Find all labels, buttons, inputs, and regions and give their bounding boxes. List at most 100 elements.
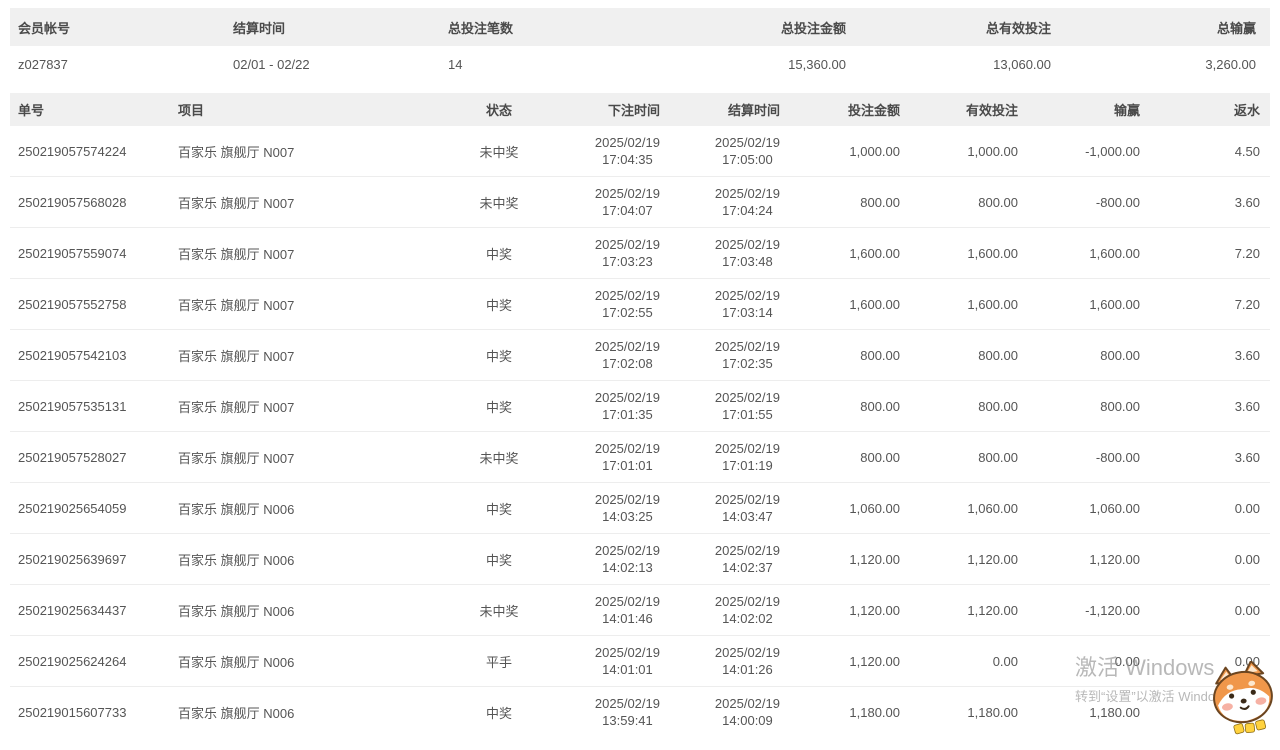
bet-date: 2025/02/19 (595, 287, 660, 304)
cell-winloss: -800.00 (1028, 432, 1150, 483)
table-row: 250219057568028 百家乐 旗舰厅 N007 未中奖 2025/02… (10, 177, 1270, 228)
settle-clock: 17:05:00 (715, 151, 780, 168)
report-page: 会员帐号 结算时间 总投注笔数 总投注金额 总有效投注 总输赢 z027837 … (0, 0, 1280, 737)
settle-clock: 17:01:19 (715, 457, 780, 474)
cell-valid-amount: 1,180.00 (910, 687, 1028, 738)
column-header-bet-amount: 投注金额 (790, 93, 910, 126)
settle-clock: 17:02:35 (715, 355, 780, 372)
bet-date: 2025/02/19 (595, 491, 660, 508)
table-row: 250219025654059 百家乐 旗舰厅 N006 中奖 2025/02/… (10, 483, 1270, 534)
cell-order-no: 250219015607733 (10, 687, 170, 738)
cell-bet-time: 2025/02/1917:02:55 (550, 279, 670, 330)
cell-winloss: 0.00 (1028, 636, 1150, 687)
cell-bet-time: 2025/02/1917:01:01 (550, 432, 670, 483)
summary-value-row: z027837 02/01 - 02/22 14 15,360.00 13,06… (10, 46, 1270, 83)
cell-status: 未中奖 (450, 126, 550, 177)
settle-clock: 14:01:26 (715, 661, 780, 678)
cell-bet-time: 2025/02/1917:03:23 (550, 228, 670, 279)
cell-bet-amount: 1,120.00 (790, 636, 910, 687)
settle-date: 2025/02/19 (715, 440, 780, 457)
table-row: 250219057542103 百家乐 旗舰厅 N007 中奖 2025/02/… (10, 330, 1270, 381)
cell-status: 中奖 (450, 330, 550, 381)
cell-winloss: 800.00 (1028, 330, 1150, 381)
cell-order-no: 250219057535131 (10, 381, 170, 432)
bet-clock: 17:02:55 (595, 304, 660, 321)
cell-bet-amount: 1,120.00 (790, 534, 910, 585)
cell-status: 中奖 (450, 381, 550, 432)
settle-clock: 14:02:02 (715, 610, 780, 627)
summary-account: z027837 (10, 46, 225, 83)
cell-valid-amount: 1,120.00 (910, 585, 1028, 636)
bet-date: 2025/02/19 (595, 338, 660, 355)
cell-rebate: 0.00 (1150, 534, 1270, 585)
cell-rebate: 0.00 (1150, 585, 1270, 636)
cell-settle-time: 2025/02/1917:04:24 (670, 177, 790, 228)
cell-winloss: 1,180.00 (1028, 687, 1150, 738)
cell-bet-amount: 1,600.00 (790, 228, 910, 279)
summary-header-total-valid: 总有效投注 (860, 8, 1065, 46)
column-header-bet-time: 下注时间 (550, 93, 670, 126)
cell-bet-amount: 1,060.00 (790, 483, 910, 534)
summary-header-total-amount: 总投注金额 (655, 8, 860, 46)
cell-settle-time: 2025/02/1914:00:09 (670, 687, 790, 738)
cell-rebate: 0.00 (1150, 687, 1270, 738)
summary-header-account: 会员帐号 (10, 8, 225, 46)
cell-winloss: 1,060.00 (1028, 483, 1150, 534)
cell-status: 未中奖 (450, 432, 550, 483)
cell-order-no: 250219057528027 (10, 432, 170, 483)
cell-order-no: 250219057552758 (10, 279, 170, 330)
cell-settle-time: 2025/02/1917:01:55 (670, 381, 790, 432)
bet-date: 2025/02/19 (595, 236, 660, 253)
cell-bet-time: 2025/02/1917:04:07 (550, 177, 670, 228)
cell-settle-time: 2025/02/1917:03:14 (670, 279, 790, 330)
settle-clock: 14:02:37 (715, 559, 780, 576)
settle-date: 2025/02/19 (715, 236, 780, 253)
column-header-order-no: 单号 (10, 93, 170, 126)
bet-date: 2025/02/19 (595, 695, 660, 712)
bet-date: 2025/02/19 (595, 542, 660, 559)
settle-date: 2025/02/19 (715, 542, 780, 559)
cell-bet-amount: 800.00 (790, 432, 910, 483)
bet-clock: 14:01:01 (595, 661, 660, 678)
cell-settle-time: 2025/02/1917:01:19 (670, 432, 790, 483)
cell-bet-time: 2025/02/1913:59:41 (550, 687, 670, 738)
summary-header-total-bets: 总投注笔数 (440, 8, 655, 46)
cell-settle-time: 2025/02/1917:03:48 (670, 228, 790, 279)
settle-date: 2025/02/19 (715, 134, 780, 151)
table-row: 250219057552758 百家乐 旗舰厅 N007 中奖 2025/02/… (10, 279, 1270, 330)
bet-clock: 14:03:25 (595, 508, 660, 525)
cell-rebate: 7.20 (1150, 228, 1270, 279)
bet-date: 2025/02/19 (595, 389, 660, 406)
cell-game: 百家乐 旗舰厅 N007 (170, 432, 450, 483)
cell-settle-time: 2025/02/1917:05:00 (670, 126, 790, 177)
cell-order-no: 250219057568028 (10, 177, 170, 228)
cell-bet-amount: 1,180.00 (790, 687, 910, 738)
summary-header-period: 结算时间 (225, 8, 440, 46)
table-row: 250219025624264 百家乐 旗舰厅 N006 平手 2025/02/… (10, 636, 1270, 687)
cell-winloss: -800.00 (1028, 177, 1150, 228)
bet-clock: 17:03:23 (595, 253, 660, 270)
summary-period: 02/01 - 02/22 (225, 46, 440, 83)
bet-clock: 17:04:07 (595, 202, 660, 219)
cell-bet-time: 2025/02/1917:04:35 (550, 126, 670, 177)
cell-valid-amount: 800.00 (910, 381, 1028, 432)
cell-winloss: 800.00 (1028, 381, 1150, 432)
cell-valid-amount: 800.00 (910, 330, 1028, 381)
cell-settle-time: 2025/02/1914:02:02 (670, 585, 790, 636)
cell-status: 中奖 (450, 483, 550, 534)
summary-header-total-winloss: 总输赢 (1065, 8, 1270, 46)
cell-bet-time: 2025/02/1914:01:01 (550, 636, 670, 687)
bet-date: 2025/02/19 (595, 593, 660, 610)
cell-valid-amount: 1,000.00 (910, 126, 1028, 177)
cell-status: 未中奖 (450, 177, 550, 228)
cell-bet-amount: 800.00 (790, 177, 910, 228)
summary-header-row: 会员帐号 结算时间 总投注笔数 总投注金额 总有效投注 总输赢 (10, 8, 1270, 46)
bet-date: 2025/02/19 (595, 185, 660, 202)
bet-date: 2025/02/19 (595, 644, 660, 661)
cell-game: 百家乐 旗舰厅 N007 (170, 330, 450, 381)
cell-bet-time: 2025/02/1917:02:08 (550, 330, 670, 381)
cell-valid-amount: 0.00 (910, 636, 1028, 687)
settle-clock: 17:03:48 (715, 253, 780, 270)
settle-clock: 14:03:47 (715, 508, 780, 525)
settle-date: 2025/02/19 (715, 491, 780, 508)
